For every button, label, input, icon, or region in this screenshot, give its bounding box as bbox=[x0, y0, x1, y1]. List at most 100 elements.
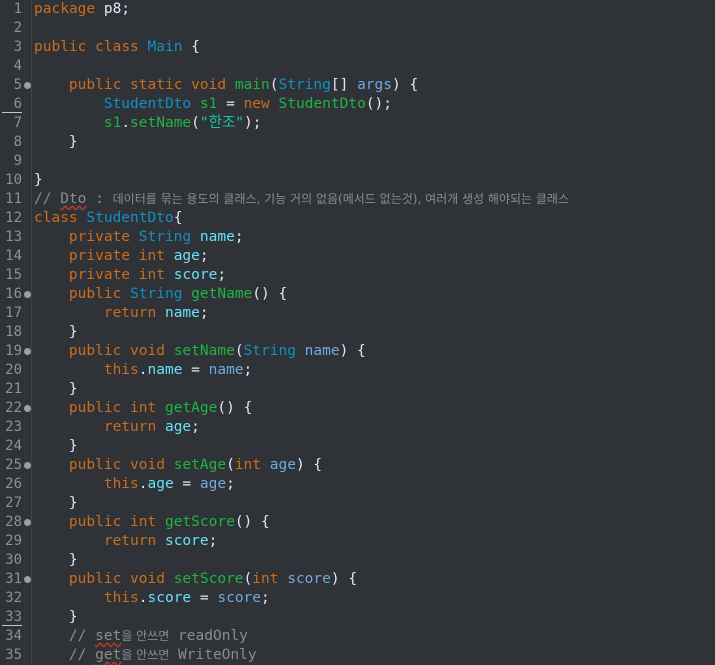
fold-collapse-icon[interactable] bbox=[24, 405, 31, 412]
code-token: setName bbox=[130, 115, 192, 131]
line-number: 26 bbox=[5, 476, 22, 492]
line-number: 15 bbox=[5, 267, 22, 283]
code-token: getScore bbox=[164, 514, 235, 530]
code-token: int bbox=[252, 571, 279, 587]
fold-collapse-icon[interactable] bbox=[24, 462, 31, 469]
line-number: 35 bbox=[5, 647, 22, 663]
line-number: 27 bbox=[5, 495, 22, 511]
code-token: age bbox=[173, 248, 200, 264]
code-token: this bbox=[103, 590, 139, 606]
code-line[interactable]: private int score; bbox=[34, 266, 226, 285]
code-line[interactable]: private int age; bbox=[34, 247, 209, 266]
code-line[interactable]: } bbox=[34, 323, 78, 342]
code-token: score bbox=[173, 267, 218, 283]
line-number: 18 bbox=[5, 324, 22, 340]
code-line[interactable]: } bbox=[34, 437, 78, 456]
code-line[interactable]: return name; bbox=[34, 304, 209, 323]
code-token: this bbox=[103, 476, 139, 492]
code-token: age bbox=[269, 457, 296, 473]
line-number: 10 bbox=[5, 172, 22, 188]
code-line[interactable]: } bbox=[34, 171, 43, 190]
code-token: return bbox=[103, 533, 157, 549]
line-number: 25 bbox=[5, 457, 22, 473]
code-token: getAge bbox=[164, 400, 218, 416]
code-token: . bbox=[121, 115, 131, 131]
code-token: private bbox=[68, 229, 131, 245]
code-token: () { bbox=[234, 514, 270, 530]
code-line[interactable]: public void setScore(int score) { bbox=[34, 570, 357, 589]
fold-collapse-icon[interactable] bbox=[24, 82, 31, 89]
code-token: ; bbox=[217, 267, 227, 283]
code-token: package bbox=[34, 1, 96, 17]
code-line[interactable]: public class Main { bbox=[34, 38, 200, 57]
code-token: readOnly bbox=[169, 628, 248, 644]
code-token: public bbox=[68, 457, 122, 473]
code-line[interactable]: public void setName(String name) { bbox=[34, 342, 366, 361]
code-line[interactable]: return age; bbox=[34, 418, 200, 437]
code-line[interactable]: // get을 안쓰면 WriteOnly bbox=[34, 646, 257, 665]
code-line[interactable]: public static void main(String[] args) { bbox=[34, 76, 418, 95]
code-line[interactable]: this.name = name; bbox=[34, 361, 252, 380]
code-line[interactable]: // set을 안쓰면 readOnly bbox=[34, 627, 248, 646]
code-line[interactable]: StudentDto s1 = new StudentDto(); bbox=[34, 95, 392, 114]
code-token: . bbox=[138, 590, 148, 606]
line-number: 8 bbox=[13, 134, 22, 150]
code-line[interactable]: package p8; bbox=[34, 0, 130, 19]
code-line[interactable]: public String getName() { bbox=[34, 285, 287, 304]
code-line[interactable]: public int getScore() { bbox=[34, 513, 270, 532]
fold-collapse-icon[interactable] bbox=[24, 576, 31, 583]
code-token: score bbox=[147, 590, 192, 606]
code-line[interactable]: } bbox=[34, 551, 78, 570]
code-line[interactable]: } bbox=[34, 608, 78, 627]
code-line[interactable]: // Dto : 데이터를 묶는 용도의 클래스, 기능 거의 없음(메서드 없… bbox=[34, 190, 569, 209]
line-number: 2 bbox=[13, 20, 22, 36]
code-token: public bbox=[68, 77, 122, 93]
code-token: int bbox=[234, 457, 262, 473]
fold-collapse-icon[interactable] bbox=[24, 348, 31, 355]
line-number-underline bbox=[2, 112, 22, 113]
code-token: (); bbox=[365, 96, 393, 112]
code-line[interactable]: } bbox=[34, 494, 78, 513]
line-number: 11 bbox=[5, 191, 22, 207]
code-line[interactable]: } bbox=[34, 133, 78, 152]
code-line[interactable]: s1.setName("한조"); bbox=[34, 114, 262, 133]
code-token: s1 bbox=[103, 115, 122, 131]
code-token: String bbox=[243, 343, 296, 359]
code-line[interactable]: public void setAge(int age) { bbox=[34, 456, 322, 475]
code-line[interactable]: class StudentDto{ bbox=[34, 209, 182, 228]
fold-collapse-icon[interactable] bbox=[24, 519, 31, 526]
line-number: 1 bbox=[13, 1, 22, 17]
code-token: s1 bbox=[199, 96, 218, 112]
line-number: 34 bbox=[5, 628, 22, 644]
code-editor[interactable]: 1 2 3 4 5 6 7 8 9 10 11 12 13 14 15 16 17 18 19 20 21 22 23 24 2… bbox=[0, 0, 715, 664]
code-token: int bbox=[138, 267, 165, 283]
code-line[interactable]: this.age = age; bbox=[34, 475, 235, 494]
code-line[interactable]: } bbox=[34, 380, 78, 399]
code-line[interactable]: public int getAge() { bbox=[34, 399, 252, 418]
code-line[interactable]: return score; bbox=[34, 532, 218, 551]
code-line[interactable]: this.score = score; bbox=[34, 589, 270, 608]
line-number-underline bbox=[2, 625, 22, 626]
code-token: private bbox=[68, 267, 131, 283]
fold-collapse-icon[interactable] bbox=[24, 291, 31, 298]
code-line[interactable]: private String name; bbox=[34, 228, 244, 247]
code-token: return bbox=[103, 419, 157, 435]
code-token: 을 안쓰면 bbox=[121, 629, 170, 643]
